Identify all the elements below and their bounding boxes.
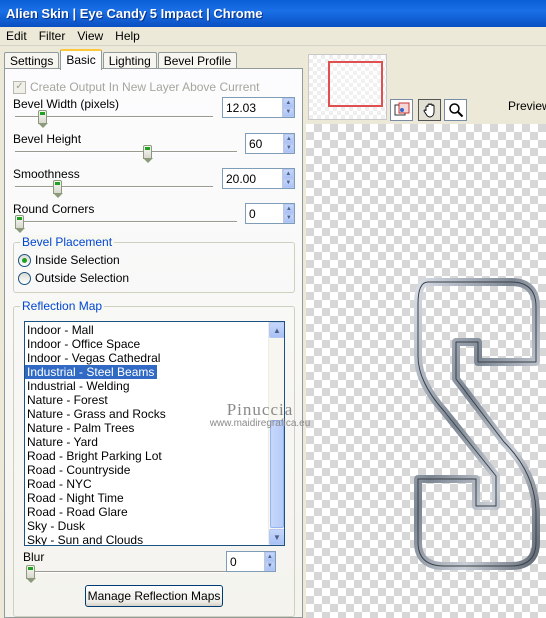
watermark-name: Pinuccia: [226, 400, 294, 419]
create-output-row: ✓ Create Output In New Layer Above Curre…: [13, 80, 259, 94]
reflection-list-scrollbar[interactable]: ▲ ▼: [268, 322, 284, 545]
reflection-map-item[interactable]: Road - Bright Parking Lot: [25, 449, 162, 463]
bevel-height-label: Bevel Height: [13, 132, 82, 146]
title-bar: Alien Skin | Eye Candy 5 Impact | Chrome: [0, 0, 546, 27]
scroll-down-icon[interactable]: ▼: [269, 529, 284, 545]
navigator-view-rect[interactable]: [328, 61, 383, 107]
round-corners-spinner[interactable]: ▲▼: [245, 203, 295, 224]
inside-selection-radio[interactable]: [18, 253, 31, 267]
smoothness-slider-track[interactable]: [15, 186, 213, 188]
reflection-map-item[interactable]: Road - Countryside: [25, 463, 130, 477]
spin-down-icon[interactable]: ▼: [264, 561, 275, 571]
round-corners-slider-track[interactable]: [15, 221, 237, 223]
inside-selection-label: Inside Selection: [35, 253, 120, 267]
menu-filter[interactable]: Filter: [33, 29, 72, 43]
spin-up-icon[interactable]: ▲: [282, 98, 294, 108]
smoothness-label: Smoothness: [13, 167, 80, 181]
spin-up-icon[interactable]: ▲: [264, 552, 275, 562]
reflection-map-item[interactable]: Road - NYC: [25, 477, 92, 491]
reflection-map-item[interactable]: Sky - Sun and Clouds: [25, 533, 143, 545]
bevel-height-input[interactable]: [246, 134, 283, 153]
bevel-placement-title: Bevel Placement: [20, 235, 115, 249]
manage-reflection-maps-button[interactable]: Manage Reflection Maps: [85, 585, 223, 607]
bevel-placement-group: Bevel Placement Inside Selection Outside…: [13, 235, 295, 293]
reflection-map-item[interactable]: Nature - Forest: [25, 393, 108, 407]
smoothness-spinner[interactable]: ▲▼: [222, 168, 295, 189]
menu-view[interactable]: View: [71, 29, 109, 43]
round-corners-label: Round Corners: [13, 202, 95, 216]
scroll-up-icon[interactable]: ▲: [269, 322, 284, 338]
preview-navigator-icon[interactable]: [390, 99, 413, 121]
spin-up-icon[interactable]: ▲: [282, 169, 294, 179]
navigator-thumbnail[interactable]: [308, 54, 387, 120]
outside-selection-option[interactable]: Outside Selection: [18, 271, 129, 285]
reflection-map-item[interactable]: Nature - Yard: [25, 435, 98, 449]
reflection-map-item[interactable]: Road - Night Time: [25, 491, 124, 505]
blur-slider-thumb[interactable]: [26, 565, 36, 583]
preview-pane: Preview: [306, 46, 546, 618]
hand-icon[interactable]: [418, 99, 441, 121]
bevel-height-slider-track[interactable]: [15, 151, 237, 153]
reflection-map-title: Reflection Map: [20, 299, 105, 313]
blur-slider-track[interactable]: [26, 571, 226, 573]
spin-down-icon[interactable]: ▼: [282, 107, 294, 117]
window-title: Alien Skin | Eye Candy 5 Impact | Chrome: [6, 6, 263, 21]
reflection-map-item[interactable]: Nature - Grass and Rocks: [25, 407, 166, 421]
reflection-map-item[interactable]: Industrial - Steel Beams: [25, 365, 158, 379]
preview-label: Preview: [508, 99, 546, 113]
watermark: Pinuccia www.maidiregrafica.eu: [160, 400, 360, 429]
bevel-width-slider-thumb[interactable]: [37, 110, 48, 128]
smoothness-slider-thumb[interactable]: [52, 180, 63, 198]
basic-panel: ✓ Create Output In New Layer Above Curre…: [4, 68, 303, 618]
bevel-height-spinner[interactable]: ▲▼: [245, 133, 295, 154]
reflection-map-item[interactable]: Indoor - Office Space: [25, 337, 140, 351]
round-corners-input[interactable]: [246, 204, 283, 223]
preview-canvas[interactable]: [306, 124, 546, 618]
reflection-map-item[interactable]: Indoor - Mall: [25, 323, 94, 337]
reflection-map-item[interactable]: Road - Road Glare: [25, 505, 128, 519]
reflection-map-item[interactable]: Industrial - Welding: [25, 379, 130, 393]
spin-down-icon[interactable]: ▼: [282, 178, 294, 188]
reflection-map-item[interactable]: Indoor - Vegas Cathedral: [25, 351, 160, 365]
tab-strip: Settings Basic Lighting Bevel Profile: [4, 49, 238, 70]
spin-up-icon[interactable]: ▲: [283, 134, 294, 144]
zoom-icon[interactable]: [444, 99, 467, 121]
scroll-thumb[interactable]: [270, 420, 284, 528]
bevel-width-spinner[interactable]: ▲▼: [222, 97, 295, 118]
menu-bar: Edit Filter View Help: [0, 27, 546, 46]
reflection-map-item[interactable]: Sky - Dusk: [25, 519, 85, 533]
round-corners-slider-thumb[interactable]: [15, 215, 25, 233]
watermark-url: www.maidiregrafica.eu: [209, 418, 311, 429]
bevel-width-label: Bevel Width (pixels): [13, 97, 120, 111]
reflection-map-group: Reflection Map Indoor - Mall Indoor - Off…: [13, 299, 295, 617]
smoothness-input[interactable]: [223, 169, 282, 188]
create-output-label: Create Output In New Layer Above Current: [30, 80, 260, 94]
blur-spinner[interactable]: ▲▼: [226, 551, 276, 572]
settings-pane: Settings Basic Lighting Bevel Profile ✓ …: [0, 46, 306, 618]
spin-down-icon[interactable]: ▼: [283, 213, 294, 223]
blur-input[interactable]: [227, 552, 264, 571]
bevelled-letter-s: [414, 278, 540, 570]
inside-selection-option[interactable]: Inside Selection: [18, 253, 120, 267]
bevel-height-slider-thumb[interactable]: [142, 145, 153, 163]
spin-down-icon[interactable]: ▼: [283, 143, 294, 153]
menu-help[interactable]: Help: [109, 29, 146, 43]
create-output-checkbox[interactable]: ✓: [13, 80, 26, 94]
spin-up-icon[interactable]: ▲: [283, 204, 294, 214]
outside-selection-radio[interactable]: [18, 271, 31, 285]
bevel-width-input[interactable]: [223, 98, 282, 117]
outside-selection-label: Outside Selection: [35, 271, 130, 285]
blur-label: Blur: [23, 550, 45, 564]
reflection-map-item[interactable]: Nature - Palm Trees: [25, 421, 134, 435]
reflection-map-list[interactable]: Indoor - Mall Indoor - Office Space Indoor…: [24, 321, 285, 546]
tab-basic[interactable]: Basic: [60, 49, 102, 70]
menu-edit[interactable]: Edit: [0, 29, 33, 43]
